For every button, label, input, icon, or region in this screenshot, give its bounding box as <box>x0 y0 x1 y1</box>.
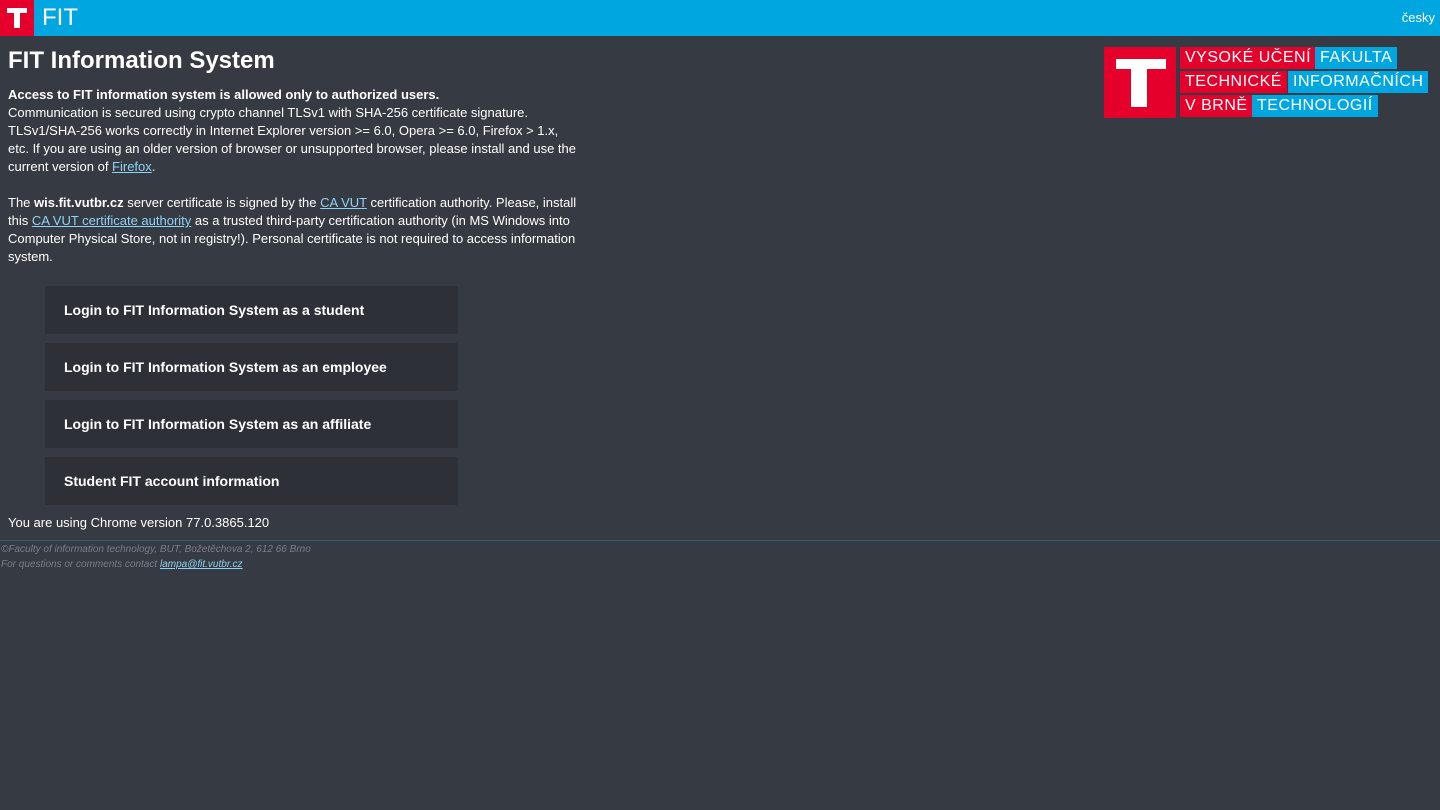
footer-divider <box>0 540 1440 541</box>
footer-address: ©Faculty of information technology, BUT,… <box>1 544 311 555</box>
logo-word-v-brne: V BRNĚ <box>1180 95 1253 117</box>
ca-vut-certificate-link[interactable]: CA VUT certificate authority <box>32 213 191 228</box>
login-button-list: Login to FIT Information System as a stu… <box>45 286 458 505</box>
fit-logo[interactable]: FIT <box>0 0 78 36</box>
top-bar: FIT česky <box>0 0 1440 36</box>
cert-text-1: The <box>8 195 35 210</box>
login-affiliate-button[interactable]: Login to FIT Information System as an af… <box>45 400 458 448</box>
ca-vut-link[interactable]: CA VUT <box>320 195 367 210</box>
vut-t-logo-icon <box>1104 47 1176 118</box>
footer-contact-label: For questions or comments contact <box>1 559 160 570</box>
login-student-button[interactable]: Login to FIT Information System as a stu… <box>45 286 458 334</box>
student-account-info-button[interactable]: Student FIT account information <box>45 457 458 505</box>
security-notice: Access to FIT information system is allo… <box>8 86 578 176</box>
cert-text-2: server certificate is signed by the <box>123 195 321 210</box>
server-name: wis.fit.vutbr.cz <box>34 195 124 210</box>
language-switch-link[interactable]: česky <box>1402 10 1435 25</box>
footer-contact: For questions or comments contact lampa@… <box>1 557 311 572</box>
page-title: FIT Information System <box>8 47 275 74</box>
login-employee-button[interactable]: Login to FIT Information System as an em… <box>45 343 458 391</box>
firefox-link[interactable]: Firefox <box>112 159 152 174</box>
logo-word-technologii: TECHNOLOGIÍ <box>1252 95 1378 117</box>
browser-version: You are using Chrome version 77.0.3865.1… <box>8 515 270 530</box>
certificate-notice: The wis.fit.vutbr.cz server certificate … <box>8 194 578 266</box>
logo-word-informacnich: INFORMAČNÍCH <box>1288 71 1429 93</box>
security-text: Communication is secured using crypto ch… <box>8 105 576 174</box>
footer: ©Faculty of information technology, BUT,… <box>1 542 311 572</box>
fit-logo-text: FIT <box>42 4 78 31</box>
contact-email-link[interactable]: lampa@fit.vutbr.cz <box>160 559 243 570</box>
logo-word-technicke: TECHNICKÉ <box>1180 71 1287 93</box>
logo-word-fakulta: FAKULTA <box>1315 47 1398 69</box>
main-content: FIT Information System Access to FIT inf… <box>8 46 578 532</box>
logo-word-vysoke-uceni: VYSOKÉ UČENÍ <box>1180 47 1317 69</box>
access-heading: Access to FIT information system is allo… <box>8 87 440 102</box>
security-text-end: . <box>151 159 156 174</box>
vut-t-icon <box>0 0 34 36</box>
